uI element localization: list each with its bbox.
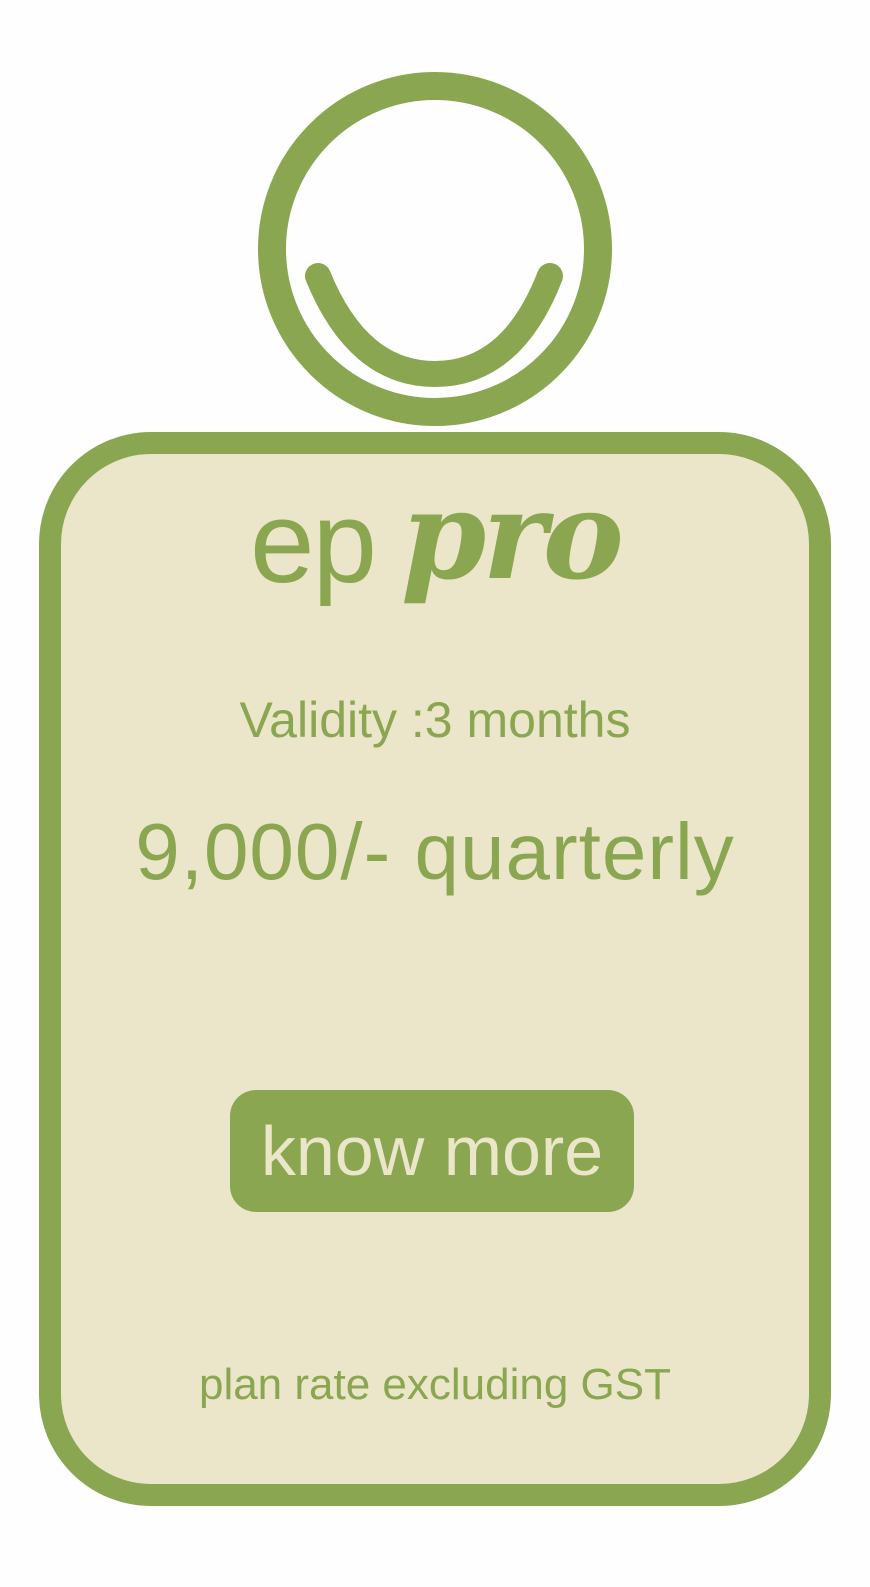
brand-name: pro [401, 463, 624, 607]
smiley-ring-icon [258, 72, 612, 426]
brand-prefix: ep [250, 477, 377, 607]
plan-brand: ep pro [0, 474, 870, 638]
plan-price: 9,000/- quarterly [135, 807, 735, 896]
know-more-button[interactable]: know more [230, 1090, 634, 1212]
plan-footnote: plan rate excluding GST [198, 1360, 672, 1409]
plan-validity: Validity :3 months [239, 692, 631, 748]
